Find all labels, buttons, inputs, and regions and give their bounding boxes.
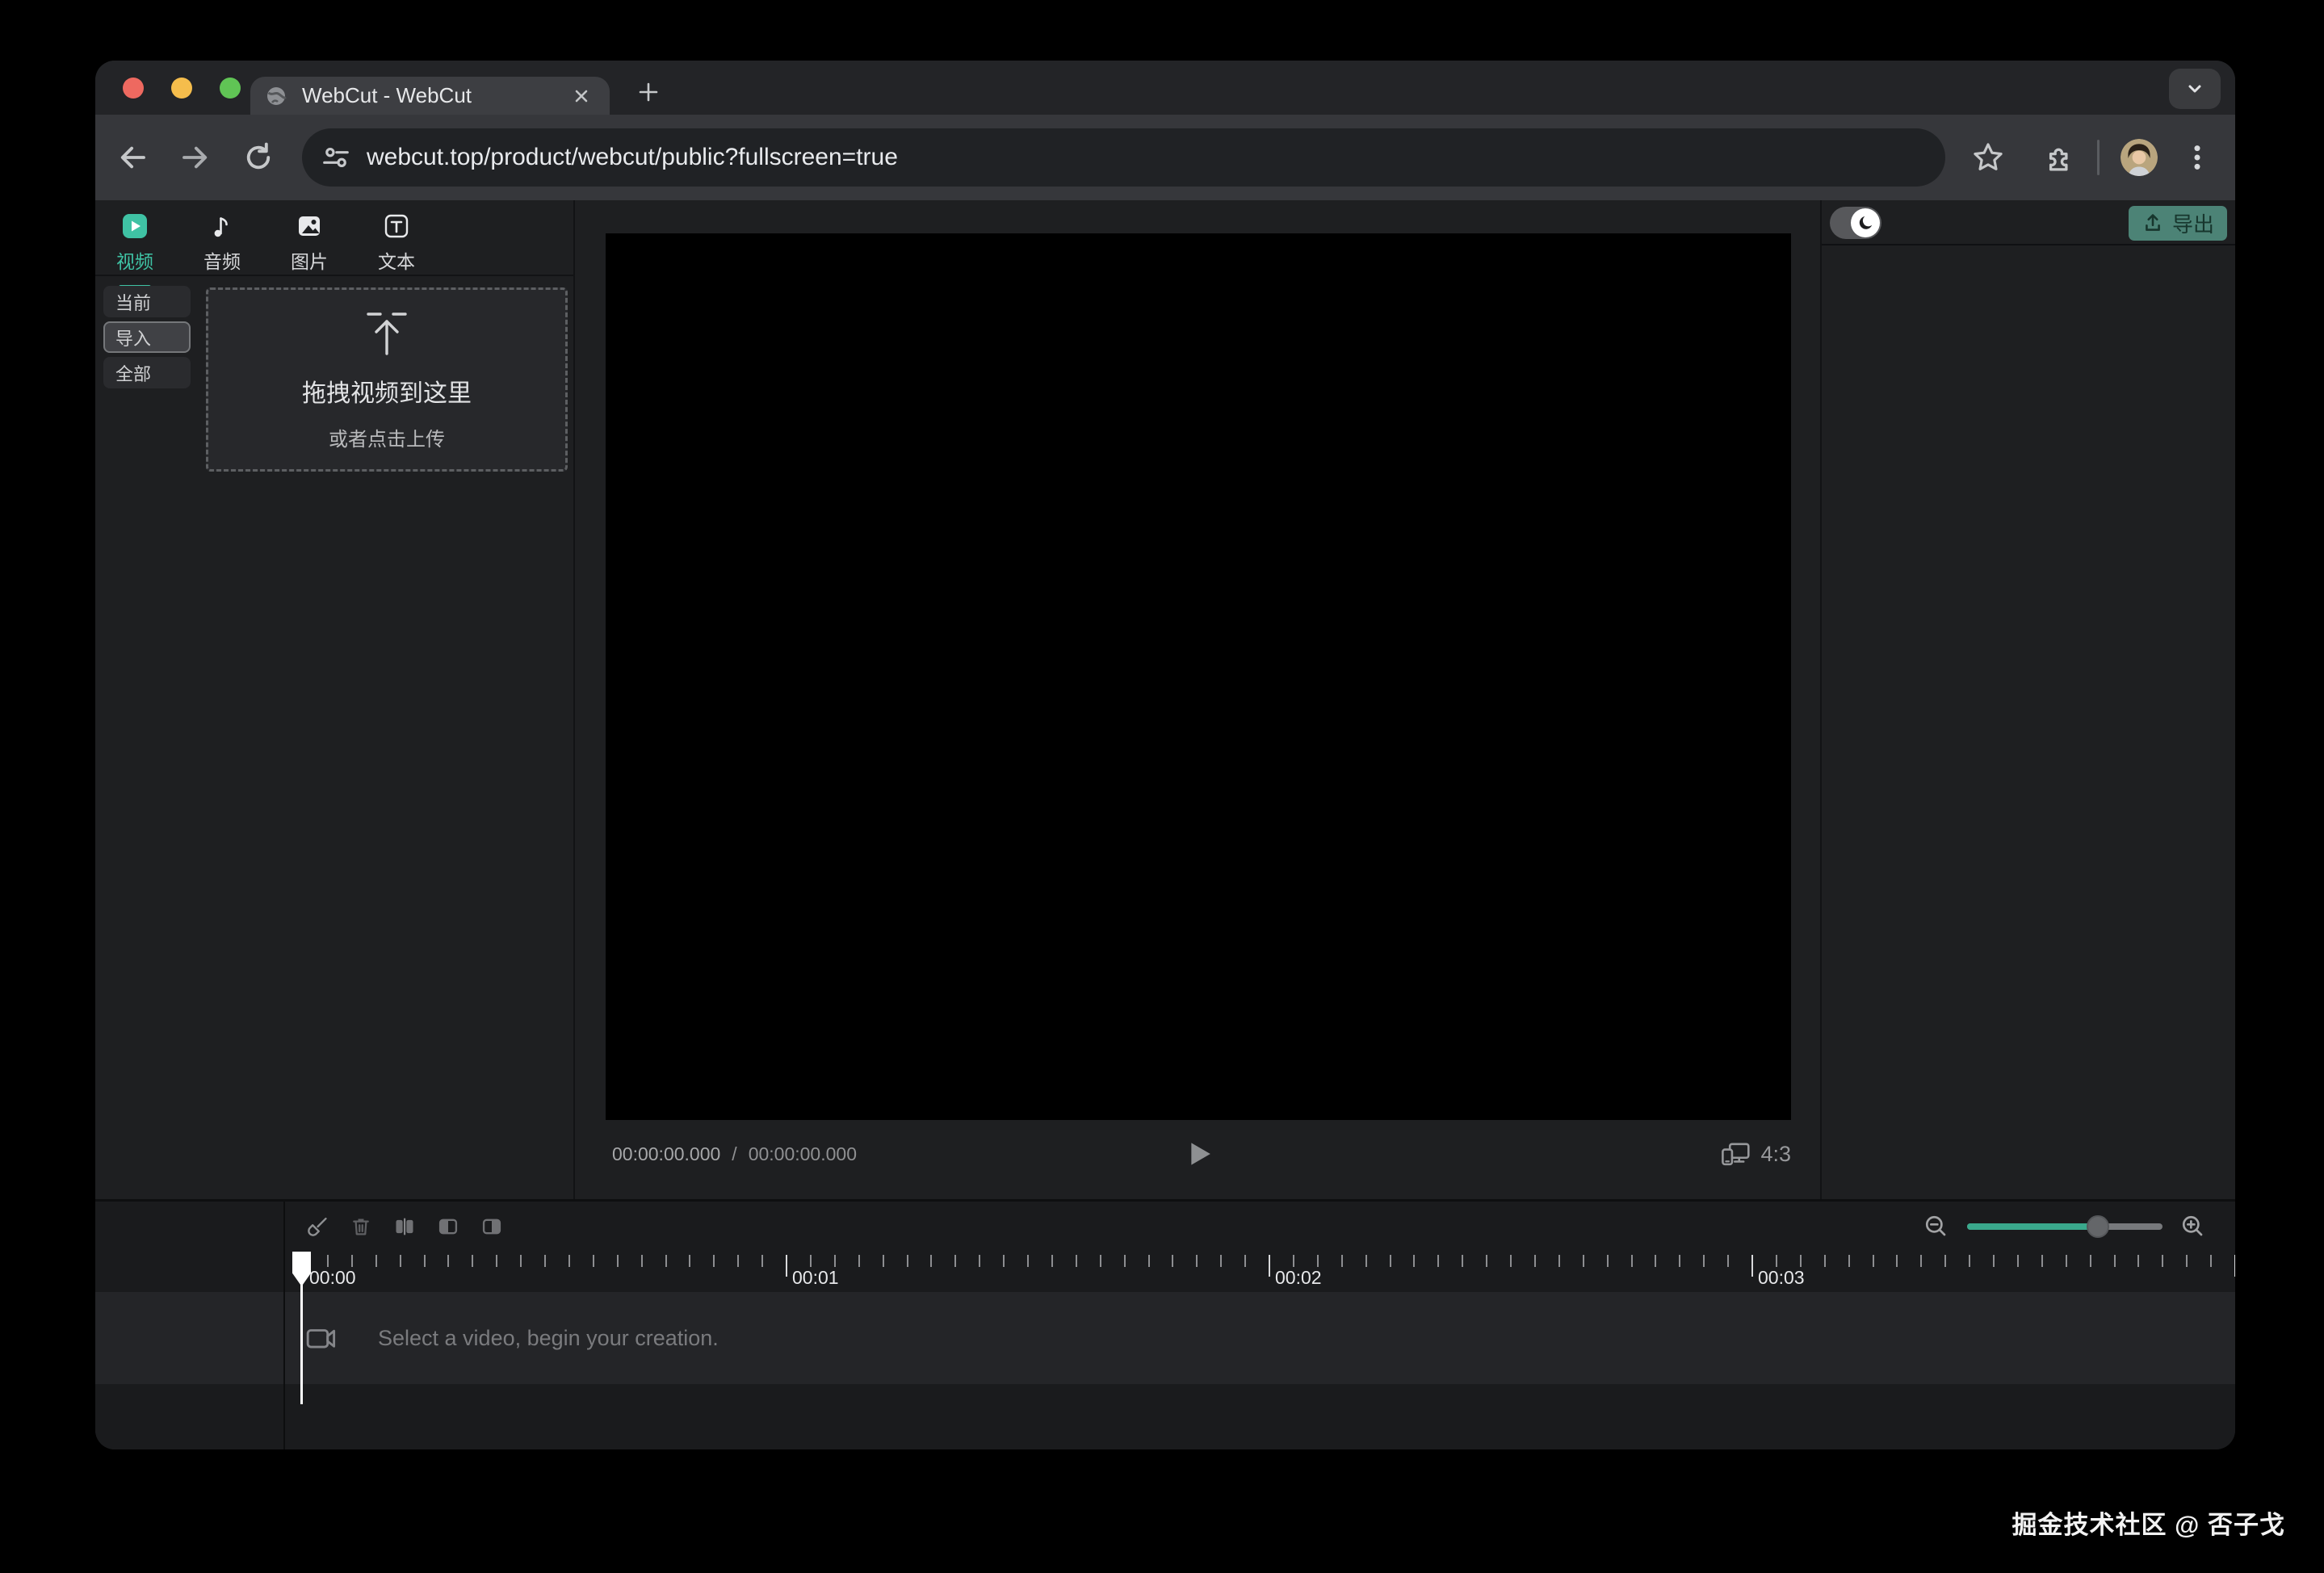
upload-arrow-icon (361, 308, 413, 360)
forward-button[interactable] (178, 140, 213, 175)
watermark-text: 掘金技术社区 @ 否子戈 (2012, 1504, 2285, 1541)
timeline-zoom-controls (1923, 1202, 2206, 1252)
tab-video-label: 视频 (116, 246, 153, 274)
current-time: 00:00:00.000 (612, 1143, 720, 1165)
back-arrow-icon (115, 141, 149, 174)
window-controls (123, 61, 241, 115)
playhead-line (300, 1285, 303, 1404)
minimize-window-button[interactable] (171, 78, 192, 99)
zoom-slider-knob[interactable] (2087, 1215, 2109, 1238)
tab-audio[interactable]: 音频 (192, 208, 252, 289)
zoom-out-icon[interactable] (1923, 1214, 1949, 1240)
timeline-panel: 00:0000:0100:0200:03 Select a video, beg… (95, 1199, 2235, 1449)
inspector-header: 导出 (1822, 200, 2235, 245)
new-tab-button[interactable] (628, 72, 669, 112)
tab-text[interactable]: 文本 (367, 208, 426, 289)
device-ratio-icon (1720, 1140, 1751, 1168)
dropzone-subtitle: 或者点击上传 (329, 423, 445, 451)
url-text: webcut.top/product/webcut/public?fullscr… (367, 144, 898, 171)
globe-favicon-icon (265, 85, 287, 107)
filter-all[interactable]: 全部 (103, 357, 191, 388)
forward-arrow-icon (178, 141, 212, 174)
media-filter-list: 当前 导入 全部 (103, 286, 191, 388)
media-tabs: 视频 音频 图片 (105, 208, 426, 289)
aspect-ratio-value: 4:3 (1760, 1142, 1791, 1167)
export-label: 导出 (2172, 208, 2214, 238)
preview-controls: 00:00:00.000 / 00:00:00.000 4:3 (606, 1129, 1791, 1179)
webcut-app: 视频 音频 图片 (95, 200, 2235, 1449)
trim-left-icon[interactable] (437, 1215, 459, 1238)
dropzone-title: 拖拽视频到这里 (302, 373, 472, 409)
export-upload-icon (2142, 212, 2164, 235)
extensions-puzzle-icon[interactable] (2036, 139, 2073, 176)
tab-image[interactable]: 图片 (279, 208, 339, 289)
media-tabs-divider (95, 275, 575, 276)
music-note-icon (209, 213, 235, 239)
reload-button[interactable] (241, 140, 276, 175)
text-icon (384, 213, 409, 239)
toggle-knob (1851, 208, 1880, 237)
browser-toolbar: webcut.top/product/webcut/public?fullscr… (95, 115, 2235, 200)
timeline-placeholder-text: Select a video, begin your creation. (378, 1326, 719, 1351)
play-icon (1181, 1137, 1215, 1171)
browser-tab[interactable]: WebCut - WebCut (250, 77, 610, 115)
filter-import[interactable]: 导入 (103, 321, 191, 353)
zoom-slider-fill (1967, 1223, 2098, 1230)
tab-close-icon[interactable] (568, 82, 595, 110)
timeline-ruler[interactable]: 00:0000:0100:0200:03 (283, 1253, 2235, 1290)
picture-icon (296, 213, 322, 239)
video-upload-dropzone[interactable]: 拖拽视频到这里 或者点击上传 (206, 287, 568, 472)
aspect-ratio-control[interactable]: 4:3 (1720, 1129, 1791, 1179)
back-button[interactable] (115, 140, 150, 175)
tab-text-label: 文本 (378, 246, 415, 274)
tab-image-label: 图片 (291, 246, 328, 274)
site-settings-icon[interactable] (318, 140, 354, 175)
filter-current[interactable]: 当前 (103, 286, 191, 317)
total-time: 00:00:00.000 (749, 1143, 857, 1165)
address-bar[interactable]: webcut.top/product/webcut/public?fullscr… (302, 128, 1945, 187)
media-panel: 视频 音频 图片 (95, 200, 575, 1199)
tab-strip-chevron-button[interactable] (2169, 69, 2221, 109)
timecode: 00:00:00.000 / 00:00:00.000 (612, 1129, 857, 1179)
bookmark-star-icon[interactable] (1970, 139, 2007, 176)
timeline-placeholder-row: Select a video, begin your creation. (285, 1292, 719, 1384)
time-separator: / (732, 1143, 736, 1165)
delete-trash-icon[interactable] (350, 1215, 372, 1238)
zoom-slider[interactable] (1967, 1223, 2162, 1230)
profile-avatar[interactable] (2121, 139, 2158, 176)
browser-tab-strip: WebCut - WebCut (95, 61, 2235, 115)
video-camera-icon (305, 1323, 336, 1353)
tab-video[interactable]: 视频 (105, 208, 165, 289)
plus-icon (636, 79, 661, 105)
timeline-toolbar (285, 1202, 503, 1252)
split-clip-icon[interactable] (393, 1215, 416, 1238)
menu-dots-icon[interactable] (2179, 139, 2216, 176)
dark-mode-toggle[interactable] (1830, 207, 1881, 239)
maximize-window-button[interactable] (220, 78, 241, 99)
video-play-icon (122, 213, 148, 239)
zoom-in-icon[interactable] (2180, 1214, 2206, 1240)
play-button[interactable] (1180, 1135, 1217, 1172)
moon-icon (1856, 213, 1875, 233)
preview-panel: 00:00:00.000 / 00:00:00.000 4:3 (577, 200, 1819, 1199)
export-button[interactable]: 导出 (2129, 206, 2227, 241)
video-canvas (606, 233, 1791, 1120)
inspector-panel: 导出 (1820, 200, 2235, 1199)
reload-icon (241, 141, 275, 174)
clean-brush-icon[interactable] (306, 1215, 329, 1238)
track-header-divider (283, 1202, 285, 1449)
close-window-button[interactable] (123, 78, 144, 99)
browser-window: WebCut - WebCut (95, 61, 2235, 1449)
toolbar-divider (2097, 140, 2100, 175)
trim-right-icon[interactable] (480, 1215, 503, 1238)
tab-audio-label: 音频 (203, 246, 241, 274)
chevron-down-icon (2182, 76, 2208, 102)
tab-title: WebCut - WebCut (302, 83, 568, 108)
